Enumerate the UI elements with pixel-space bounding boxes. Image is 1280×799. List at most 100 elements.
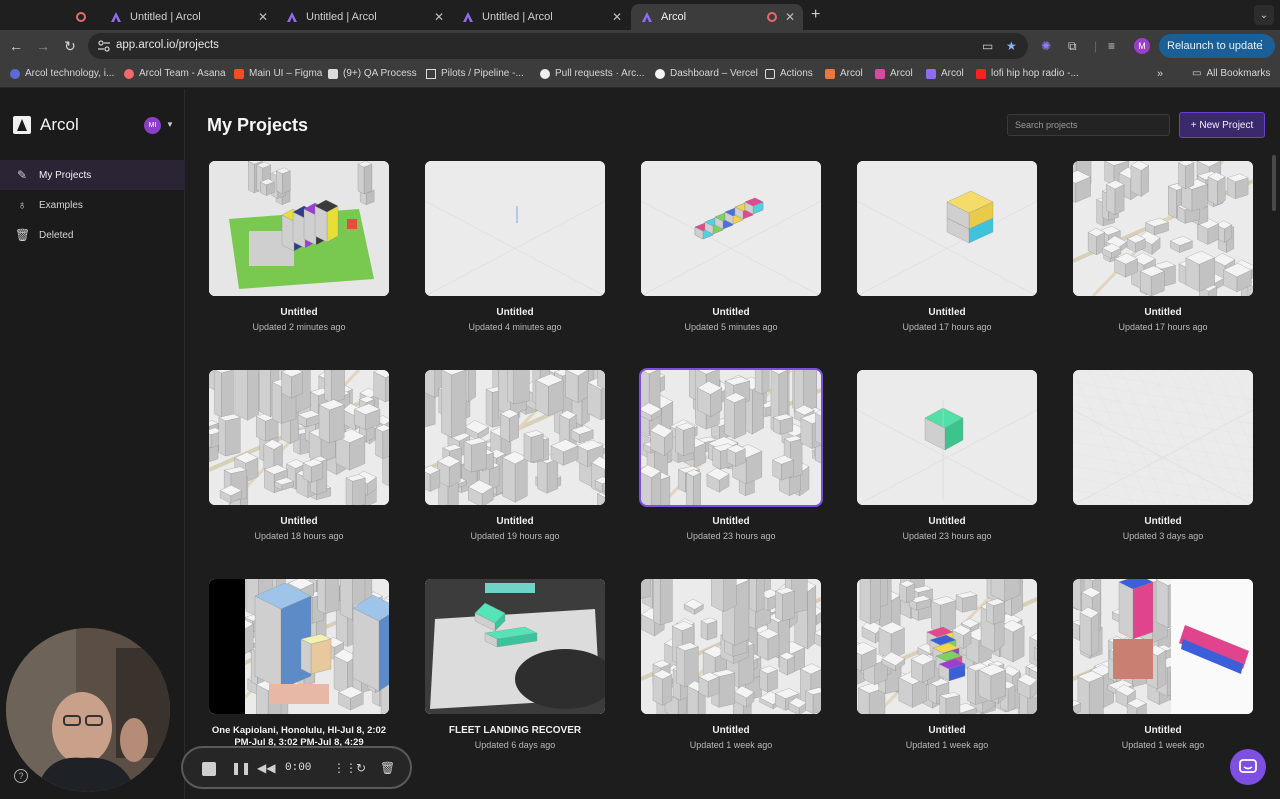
project-thumbnail[interactable] bbox=[425, 370, 605, 505]
extension-gear-icon[interactable]: ✺ bbox=[1041, 39, 1051, 53]
user-avatar[interactable]: MI bbox=[144, 117, 161, 134]
bookmark-item[interactable]: Pull requests · Arc... bbox=[540, 68, 644, 79]
extensions-icon[interactable]: ⧉ bbox=[1068, 39, 1077, 54]
reload-icon[interactable]: ↻ bbox=[62, 38, 78, 55]
tab-recording[interactable] bbox=[66, 4, 102, 30]
project-thumbnail[interactable] bbox=[425, 579, 605, 714]
stop-icon[interactable] bbox=[202, 762, 216, 776]
project-card[interactable]: Untitled Updated 19 hours ago bbox=[425, 370, 605, 550]
close-icon[interactable]: ✕ bbox=[434, 10, 444, 24]
grid-icon[interactable]: ⋮⋮ bbox=[333, 761, 357, 775]
media-icon[interactable]: ≡ bbox=[1108, 39, 1115, 53]
project-card[interactable]: Untitled Updated 2 minutes ago bbox=[209, 161, 389, 341]
tab-label: Untitled | Arcol bbox=[482, 11, 553, 23]
project-thumbnail[interactable] bbox=[639, 368, 823, 507]
bookmark-item[interactable]: Arcol bbox=[926, 68, 964, 79]
tab-arcol-active[interactable]: Arcol ✕ bbox=[631, 4, 803, 30]
project-thumbnail[interactable] bbox=[1073, 370, 1253, 505]
project-card[interactable]: Untitled Updated 17 hours ago bbox=[1073, 161, 1253, 341]
sidebar-item-my-projects[interactable]: ✎ My Projects bbox=[0, 160, 185, 190]
project-card[interactable]: Untitled Updated 4 minutes ago bbox=[425, 161, 605, 341]
rewind-icon[interactable]: ◀◀ bbox=[257, 761, 275, 775]
pencil-icon: ✎ bbox=[16, 168, 28, 182]
project-thumbnail[interactable] bbox=[425, 161, 605, 296]
address-bar[interactable]: app.arcol.io/projects ▭ ★ bbox=[88, 33, 1028, 59]
back-icon[interactable]: ← bbox=[8, 38, 24, 54]
project-card[interactable]: Untitled Updated 1 week ago bbox=[641, 579, 821, 759]
project-card[interactable]: FLEET LANDING RECOVER Updated 6 days ago bbox=[425, 579, 605, 759]
restart-icon[interactable]: ↻ bbox=[356, 761, 366, 775]
tab-untitled-3[interactable]: Untitled | Arcol ✕ bbox=[452, 4, 630, 30]
pause-icon[interactable]: ❚❚ bbox=[231, 761, 251, 775]
bookmark-item[interactable]: (9+) QA Process bbox=[328, 68, 417, 79]
project-card[interactable]: One Kapiolani, Honolulu, HI-Jul 8, 2:02 … bbox=[209, 579, 389, 759]
bookmark-item[interactable]: Arcol bbox=[875, 68, 913, 79]
project-thumbnail[interactable] bbox=[857, 161, 1037, 296]
project-card[interactable]: Untitled Updated 23 hours ago bbox=[857, 370, 1037, 550]
project-card[interactable]: Untitled Updated 18 hours ago bbox=[209, 370, 389, 550]
new-project-button[interactable]: + New Project bbox=[1179, 112, 1265, 138]
model-preview bbox=[857, 370, 1037, 505]
project-thumbnail[interactable] bbox=[209, 161, 389, 296]
profile-avatar[interactable]: M bbox=[1134, 38, 1150, 54]
bookmark-item[interactable]: Arcol technology, i... bbox=[10, 68, 114, 79]
project-thumbnail[interactable] bbox=[641, 579, 821, 714]
search-input[interactable] bbox=[1007, 114, 1170, 136]
app-root: Arcol MI ▼ ✎ My Projects ♁ Examples 🗑 De… bbox=[0, 89, 1280, 799]
close-icon[interactable]: ✕ bbox=[258, 10, 268, 24]
arcol-icon bbox=[463, 12, 473, 22]
more-icon[interactable]: ⋮ bbox=[1256, 38, 1267, 51]
project-card[interactable]: Untitled Updated 1 week ago bbox=[857, 579, 1037, 759]
sidebar-item-examples[interactable]: ♁ Examples bbox=[0, 190, 185, 220]
bookmark-item[interactable]: Arcol bbox=[825, 68, 863, 79]
project-card[interactable]: Untitled Updated 17 hours ago bbox=[857, 161, 1037, 341]
scrollbar[interactable] bbox=[1272, 155, 1276, 211]
new-tab-button[interactable]: + bbox=[811, 6, 820, 24]
camera-icon[interactable]: ▭ bbox=[982, 39, 993, 53]
project-name: Untitled bbox=[928, 725, 966, 736]
project-updated: Updated 5 minutes ago bbox=[684, 322, 778, 332]
model-preview bbox=[425, 370, 605, 505]
bookmark-item[interactable]: Actions bbox=[765, 68, 813, 79]
tab-search-button[interactable]: ⌄ bbox=[1254, 5, 1274, 25]
tab-untitled-2[interactable]: Untitled | Arcol ✕ bbox=[276, 4, 452, 30]
project-thumbnail[interactable] bbox=[857, 579, 1037, 714]
project-thumbnail[interactable] bbox=[1073, 161, 1253, 296]
forward-icon[interactable]: → bbox=[35, 38, 51, 54]
all-bookmarks[interactable]: ▭ All Bookmarks bbox=[1192, 68, 1270, 79]
shield-icon bbox=[765, 68, 775, 79]
project-name: Untitled bbox=[1144, 307, 1182, 318]
caret-down-icon[interactable]: ▼ bbox=[166, 120, 174, 129]
project-thumbnail[interactable] bbox=[209, 370, 389, 505]
site-settings-icon[interactable] bbox=[97, 39, 111, 53]
bookmark-item[interactable]: Main UI – Figma bbox=[234, 68, 322, 79]
sidebar-item-deleted[interactable]: 🗑 Deleted bbox=[0, 220, 185, 250]
chevron-double-right-icon[interactable]: » bbox=[1157, 68, 1163, 80]
project-thumbnail[interactable] bbox=[209, 579, 389, 714]
project-updated: Updated 19 hours ago bbox=[470, 531, 560, 541]
project-card[interactable]: Untitled Updated 5 minutes ago bbox=[641, 161, 821, 341]
project-updated: Updated 3 days ago bbox=[1122, 531, 1204, 541]
url-text: app.arcol.io/projects bbox=[116, 39, 219, 51]
chat-button[interactable] bbox=[1230, 749, 1266, 785]
project-thumbnail[interactable] bbox=[641, 161, 821, 296]
bookmark-item[interactable]: Pilots / Pipeline -... bbox=[426, 68, 524, 79]
project-card[interactable]: Untitled Updated 1 week ago bbox=[1073, 579, 1253, 759]
close-icon[interactable]: ✕ bbox=[612, 10, 622, 24]
project-thumbnail[interactable] bbox=[1073, 579, 1253, 714]
relaunch-button[interactable]: Relaunch to update ⋮ bbox=[1159, 34, 1275, 58]
bookmark-item[interactable]: Arcol Team - Asana bbox=[124, 68, 226, 79]
bookmark-star-icon[interactable]: ★ bbox=[1006, 39, 1017, 53]
bookmark-item[interactable]: Dashboard – Vercel bbox=[655, 68, 758, 79]
bookmark-item[interactable]: lofi hip hop radio -... bbox=[976, 68, 1079, 79]
project-name: Untitled bbox=[1144, 725, 1182, 736]
tab-untitled-1[interactable]: Untitled | Arcol ✕ bbox=[100, 4, 276, 30]
project-card[interactable]: Untitled Updated 23 hours ago bbox=[639, 368, 823, 550]
model-preview bbox=[425, 161, 605, 296]
close-icon[interactable]: ✕ bbox=[785, 10, 795, 24]
help-icon[interactable]: ? bbox=[14, 769, 28, 783]
youtube-icon bbox=[976, 68, 986, 79]
project-card[interactable]: Untitled Updated 3 days ago bbox=[1073, 370, 1253, 550]
project-thumbnail[interactable] bbox=[857, 370, 1037, 505]
trash-icon[interactable]: 🗑 bbox=[380, 761, 395, 775]
